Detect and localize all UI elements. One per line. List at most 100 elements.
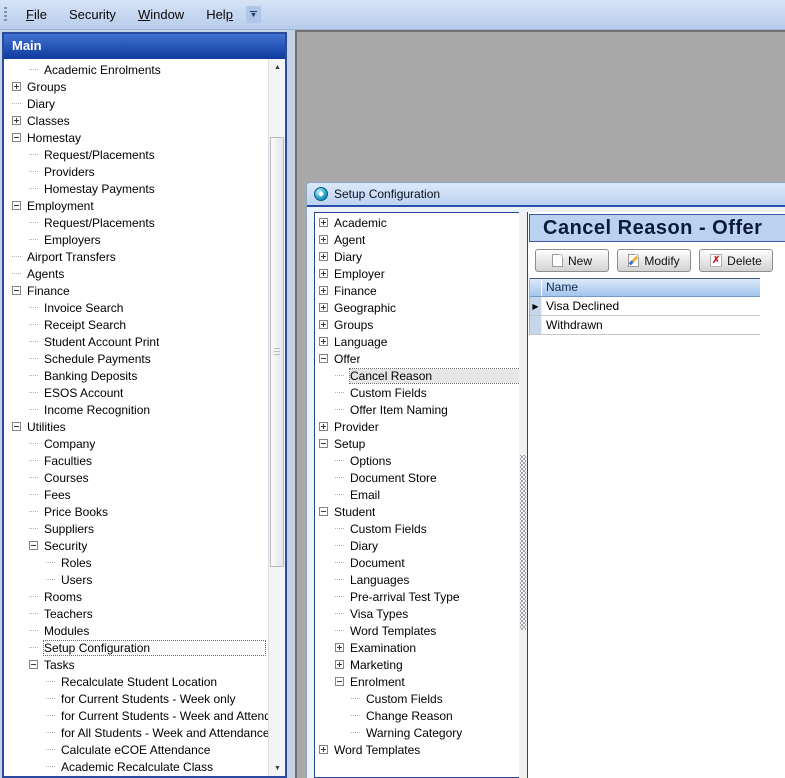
expand-plus-icon[interactable] — [12, 116, 21, 125]
tree-item-geographic[interactable]: Geographic — [315, 299, 524, 316]
tree-item-student-account-print[interactable]: Student Account Print — [4, 333, 268, 350]
delete-button[interactable]: Delete — [699, 249, 773, 272]
collapse-minus-icon[interactable] — [319, 507, 328, 516]
collapse-minus-icon[interactable] — [319, 354, 328, 363]
tree-item-options[interactable]: Options — [315, 452, 524, 469]
tree-item-users[interactable]: Users — [4, 571, 268, 588]
expand-plus-icon[interactable] — [319, 745, 328, 754]
table-row-visa-declined[interactable]: ▶Visa Declined — [530, 297, 760, 316]
tree-item-language[interactable]: Language — [315, 333, 524, 350]
scroll-down-icon[interactable]: ▼ — [269, 760, 286, 776]
tree-item-for-current-students-week-only[interactable]: for Current Students - Week only — [4, 690, 268, 707]
tree-item-groups[interactable]: Groups — [315, 316, 524, 333]
tree-item-banking-deposits[interactable]: Banking Deposits — [4, 367, 268, 384]
tree-item-employment[interactable]: Employment — [4, 197, 268, 214]
tree-item-offer-item-naming[interactable]: Offer Item Naming — [315, 401, 524, 418]
tree-item-academic-recalculate-class[interactable]: Academic Recalculate Class — [4, 758, 268, 775]
tree-item-custom-fields[interactable]: Custom Fields — [315, 384, 524, 401]
tree-item-change-reason[interactable]: Change Reason — [315, 707, 524, 724]
tree-item-fees[interactable]: Fees — [4, 486, 268, 503]
collapse-minus-icon[interactable] — [29, 541, 38, 550]
toolbar-grip[interactable] — [4, 7, 7, 23]
tree-item-schedule-payments[interactable]: Schedule Payments — [4, 350, 268, 367]
collapse-minus-icon[interactable] — [29, 660, 38, 669]
tree-item-finance[interactable]: Finance — [315, 282, 524, 299]
tree-item-company[interactable]: Company — [4, 435, 268, 452]
new-button[interactable]: New — [535, 249, 609, 272]
column-header-name[interactable]: Name — [542, 279, 760, 296]
tree-item-homestay-payments[interactable]: Homestay Payments — [4, 180, 268, 197]
tree-item-homestay[interactable]: Homestay — [4, 129, 268, 146]
tree-item-security[interactable]: Security — [4, 537, 268, 554]
expand-plus-icon[interactable] — [335, 643, 344, 652]
tree-item-income-recognition[interactable]: Income Recognition — [4, 401, 268, 418]
tree-item-request-placements[interactable]: Request/Placements — [4, 146, 268, 163]
tree-item-document[interactable]: Document — [315, 554, 524, 571]
tree-item-modules[interactable]: Modules — [4, 622, 268, 639]
tree-item-diary[interactable]: Diary — [315, 537, 524, 554]
expand-plus-icon[interactable] — [335, 660, 344, 669]
tree-item-for-current-students-week-and-attendan[interactable]: for Current Students - Week and Attendan — [4, 707, 268, 724]
tree-item-visa-types[interactable]: Visa Types — [315, 605, 524, 622]
collapse-minus-icon[interactable] — [319, 439, 328, 448]
tree-item-employers[interactable]: Employers — [4, 231, 268, 248]
expand-plus-icon[interactable] — [12, 82, 21, 91]
tree-item-esos-account[interactable]: ESOS Account — [4, 384, 268, 401]
main-tree-scrollbar[interactable]: ▲ ▼ — [268, 59, 285, 776]
tree-item-courses[interactable]: Courses — [4, 469, 268, 486]
scroll-up-icon[interactable]: ▲ — [269, 59, 286, 75]
menu-item-window[interactable]: Window — [127, 3, 195, 26]
collapse-minus-icon[interactable] — [12, 286, 21, 295]
tree-item-invoice-search[interactable]: Invoice Search — [4, 299, 268, 316]
tree-item-classes[interactable]: Classes — [4, 112, 268, 129]
tree-item-teachers[interactable]: Teachers — [4, 605, 268, 622]
tree-item-providers[interactable]: Providers — [4, 163, 268, 180]
collapse-minus-icon[interactable] — [12, 422, 21, 431]
tree-item-student[interactable]: Student — [315, 503, 524, 520]
expand-plus-icon[interactable] — [319, 218, 328, 227]
toolbar-overflow-button[interactable] — [246, 6, 261, 23]
tree-item-agents[interactable]: Agents — [4, 265, 268, 282]
menu-item-help[interactable]: Help — [195, 3, 244, 26]
menu-item-file[interactable]: File — [15, 3, 58, 26]
tree-item-setup-configuration[interactable]: Setup Configuration — [4, 639, 268, 656]
modify-button[interactable]: Modify — [617, 249, 691, 272]
tree-item-provider[interactable]: Provider — [315, 418, 524, 435]
tree-item-recalculate-student-location[interactable]: Recalculate Student Location — [4, 673, 268, 690]
tree-item-examination[interactable]: Examination — [315, 639, 524, 656]
tree-item-email[interactable]: Email — [315, 486, 524, 503]
tree-item-finance[interactable]: Finance — [4, 282, 268, 299]
expand-plus-icon[interactable] — [319, 286, 328, 295]
expand-plus-icon[interactable] — [319, 235, 328, 244]
expand-plus-icon[interactable] — [319, 422, 328, 431]
tree-item-diary[interactable]: Diary — [315, 248, 524, 265]
tree-item-for-all-students-week-and-attendance[interactable]: for All Students - Week and Attendance — [4, 724, 268, 741]
tree-item-tasks[interactable]: Tasks — [4, 656, 268, 673]
expand-plus-icon[interactable] — [319, 320, 328, 329]
tree-item-marketing[interactable]: Marketing — [315, 656, 524, 673]
tree-item-agent[interactable]: Agent — [315, 231, 524, 248]
tree-item-receipt-search[interactable]: Receipt Search — [4, 316, 268, 333]
tree-item-pre-arrival-test-type[interactable]: Pre-arrival Test Type — [315, 588, 524, 605]
tree-item-languages[interactable]: Languages — [315, 571, 524, 588]
tree-item-rooms[interactable]: Rooms — [4, 588, 268, 605]
tree-item-offer[interactable]: Offer — [315, 350, 524, 367]
tree-item-employer[interactable]: Employer — [315, 265, 524, 282]
tree-item-calculate-ecoe-attendance[interactable]: Calculate eCOE Attendance — [4, 741, 268, 758]
tree-item-roles[interactable]: Roles — [4, 554, 268, 571]
tree-item-enrolment[interactable]: Enrolment — [315, 673, 524, 690]
tree-item-utilities[interactable]: Utilities — [4, 418, 268, 435]
collapse-minus-icon[interactable] — [12, 201, 21, 210]
collapse-minus-icon[interactable] — [12, 133, 21, 142]
tree-item-cancel-reason[interactable]: Cancel Reason — [315, 367, 524, 384]
tree-item-faculties[interactable]: Faculties — [4, 452, 268, 469]
tree-item-setup[interactable]: Setup — [315, 435, 524, 452]
tree-item-request-placements[interactable]: Request/Placements — [4, 214, 268, 231]
tree-item-academic-enrolments[interactable]: Academic Enrolments — [4, 61, 268, 78]
expand-plus-icon[interactable] — [319, 337, 328, 346]
dialog-titlebar[interactable]: Setup Configuration — [307, 183, 785, 207]
menu-item-security[interactable]: Security — [58, 3, 127, 26]
tree-item-warning-category[interactable]: Warning Category — [315, 724, 524, 741]
expand-plus-icon[interactable] — [319, 252, 328, 261]
tree-item-price-books[interactable]: Price Books — [4, 503, 268, 520]
